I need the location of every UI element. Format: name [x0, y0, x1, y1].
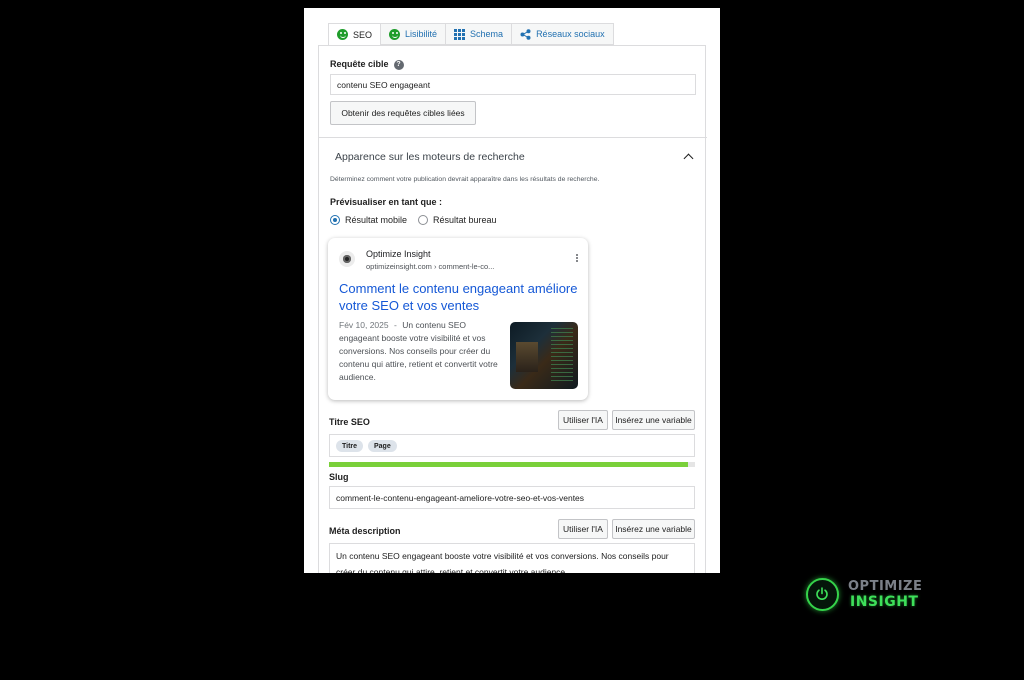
- tab-social-label: Réseaux sociaux: [536, 29, 605, 39]
- help-icon[interactable]: ?: [393, 59, 404, 70]
- smiley-icon: [337, 29, 348, 40]
- meta-ai-button[interactable]: Utiliser l'IA: [558, 519, 608, 539]
- seo-title-label: Titre SEO: [329, 417, 370, 427]
- smiley-icon: [389, 28, 401, 40]
- tab-readability-label: Lisibilité: [405, 29, 438, 39]
- chevron-up-icon[interactable]: [683, 153, 694, 164]
- meta-insert-variable-button[interactable]: Insérez une variable: [612, 519, 695, 539]
- tab-schema[interactable]: Schema: [445, 23, 513, 45]
- variable-pill-page: Page: [368, 440, 397, 452]
- seo-title-input[interactable]: Titre Page: [329, 434, 695, 457]
- site-favicon-icon: [339, 251, 355, 267]
- desktop-result-radio[interactable]: [418, 215, 428, 225]
- seo-title-insert-variable-button[interactable]: Insérez une variable: [612, 410, 695, 430]
- logo-line-2: INSIGHT: [850, 594, 919, 610]
- mobile-result-label[interactable]: Résultat mobile: [345, 215, 407, 225]
- preview-title: Comment le contenu engageant améliore vo…: [339, 281, 578, 313]
- logo-line-1: OPTIMIZE: [848, 579, 923, 594]
- share-icon: [520, 28, 531, 40]
- preview-date: Fév 10, 2025: [339, 320, 389, 330]
- focus-keyphrase-label-text: Requête cible: [330, 59, 389, 69]
- serp-preview-card: Optimize Insight optimizeinsight.com › c…: [328, 238, 588, 400]
- slug-label: Slug: [329, 472, 349, 482]
- tab-social[interactable]: Réseaux sociaux: [511, 23, 614, 45]
- seo-title-progress-fill: [329, 462, 688, 467]
- seo-title-ai-button[interactable]: Utiliser l'IA: [558, 410, 608, 430]
- tab-seo-label: SEO: [353, 29, 373, 40]
- optimize-insight-logo: OPTIMIZE INSIGHT: [806, 577, 946, 613]
- desktop-result-label[interactable]: Résultat bureau: [433, 215, 497, 225]
- focus-keyphrase-input[interactable]: contenu SEO engageant: [330, 74, 696, 95]
- slug-input[interactable]: comment-le-contenu-engageant-ameliore-vo…: [329, 486, 695, 509]
- preview-site-name: Optimize Insight: [366, 249, 431, 259]
- search-appearance-title[interactable]: Apparence sur les moteurs de recherche: [335, 151, 525, 163]
- focus-keyphrase-label: Requête cible?: [330, 59, 404, 70]
- tab-schema-label: Schema: [470, 29, 504, 39]
- meta-description-label: Méta description: [329, 526, 401, 536]
- metabox-tabs: SEO Lisibilité Schema Réseaux sociaux: [328, 23, 614, 46]
- power-icon: [806, 578, 839, 611]
- more-options-icon: [576, 254, 578, 256]
- preview-as-label: Prévisualiser en tant que :: [330, 197, 443, 207]
- variable-pill-title: Titre: [336, 440, 364, 452]
- preview-thumbnail-image: [510, 322, 578, 389]
- seo-panel: SEO Lisibilité Schema Réseaux sociaux Re…: [304, 8, 720, 573]
- divider: [319, 137, 707, 138]
- grid-icon: [454, 29, 466, 40]
- preview-url: optimizeinsight.com › comment-le-co...: [366, 262, 495, 271]
- tab-seo[interactable]: SEO: [328, 23, 382, 46]
- preview-separator: -: [394, 320, 397, 330]
- preview-snippet: Fév 10, 2025 - Un contenu SEO engageant …: [339, 319, 503, 384]
- search-appearance-description: Déterminez comment votre publication dev…: [330, 176, 600, 183]
- tab-readability[interactable]: Lisibilité: [380, 23, 447, 45]
- preview-url-domain: optimizeinsight.com: [366, 262, 432, 271]
- seo-title-length-progress: [329, 462, 695, 467]
- related-keyphrases-button[interactable]: Obtenir des requêtes cibles liées: [330, 101, 476, 125]
- mobile-result-radio[interactable]: [330, 215, 340, 225]
- preview-url-path: comment-le-co...: [438, 262, 495, 271]
- meta-description-textarea[interactable]: Un contenu SEO engageant booste votre vi…: [329, 543, 695, 573]
